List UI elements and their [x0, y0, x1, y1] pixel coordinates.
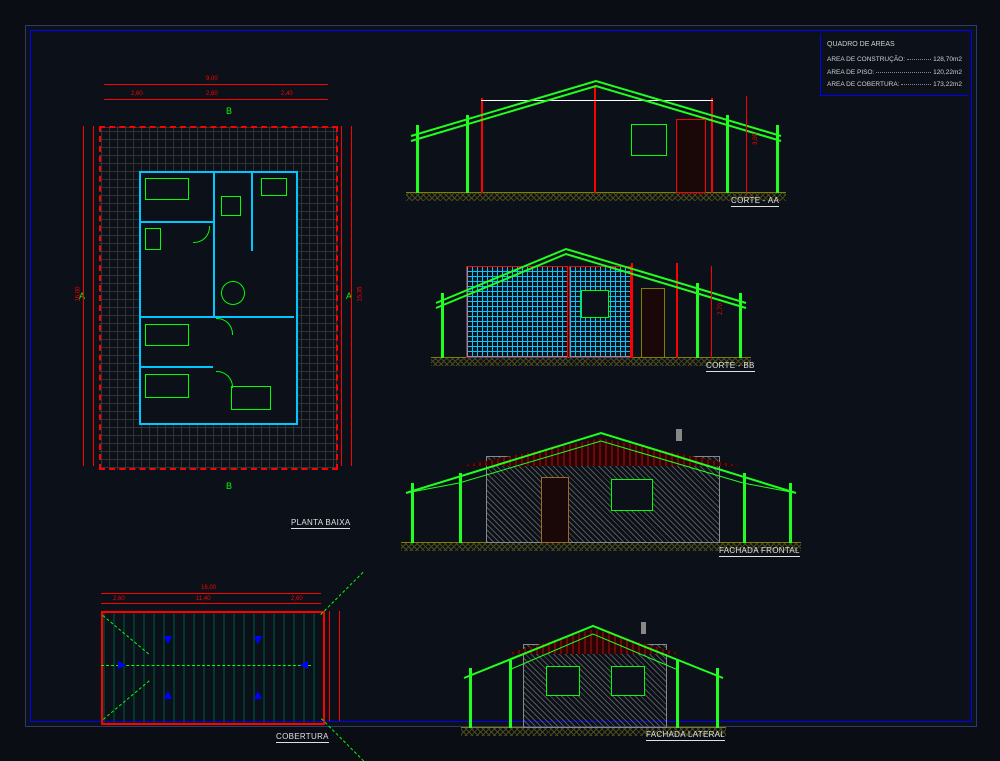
dim-line [83, 126, 84, 466]
dot-leader [901, 79, 931, 85]
dim-line [339, 611, 340, 721]
roof-svg [461, 596, 726, 736]
dim-text: 3,00 [753, 133, 759, 145]
fixture-sofa [231, 386, 271, 410]
info-title: QUADRO DE AREAS [827, 38, 962, 51]
dim-text: 2,60 [113, 596, 125, 602]
roof-svg [401, 411, 801, 551]
drain-arrow-icon: ▲ [251, 686, 265, 702]
dim-text: 2,60 [131, 91, 143, 97]
info-row: AREA DE CONSTRUÇÃO: 128,70m2 [827, 54, 962, 66]
dot-leader [907, 54, 931, 60]
roof-plan: ▼ ▼ ▲ ▲ ▲ ▲ 16,00 2,60 11,40 2,60 [81, 601, 351, 736]
dot-leader [876, 67, 931, 73]
dim-text: 11,40 [196, 596, 211, 602]
dim-line [341, 126, 342, 466]
dim-line [711, 266, 712, 358]
door [641, 288, 665, 358]
label-planta: PLANTA BAIXA [291, 518, 350, 529]
dim-line [101, 593, 321, 594]
wall [139, 366, 213, 368]
drain-arrow-icon: ▼ [161, 631, 175, 647]
section-mark-b: B [226, 481, 232, 491]
label-fachada-frontal: FACHADA FRONTAL [719, 546, 800, 557]
drain-arrow-icon: ▲ [161, 686, 175, 702]
fixture-stove [221, 196, 241, 216]
drain-arrow-icon: ▼ [251, 631, 265, 647]
fixture-bed [145, 374, 189, 398]
dim-line [746, 96, 747, 194]
label-corte-aa: CORTE - AA [731, 196, 779, 207]
dim-text: 16,00 [76, 286, 82, 301]
window [546, 666, 580, 696]
window [581, 290, 609, 318]
dim-text: 16,00 [201, 585, 216, 591]
window [631, 124, 667, 156]
window [611, 666, 645, 696]
ridge-line [101, 665, 311, 666]
floor-plan: A A B B 9,00 2,60 2,60 2,40 16,00 15,35 [71, 66, 361, 506]
dim-line [93, 126, 94, 466]
drain-arrow-icon: ▲ [295, 658, 311, 672]
label-cobertura: COBERTURA [276, 732, 329, 743]
drawing-sheet: QUADRO DE AREAS AREA DE CONSTRUÇÃO: 128,… [25, 25, 977, 727]
fixture-bed [145, 178, 189, 200]
fixture-table [221, 281, 245, 305]
drain-arrow-icon: ▲ [115, 658, 131, 672]
dim-text: 2,70 [718, 303, 724, 315]
door [676, 119, 706, 193]
info-row: AREA DE COBERTURA: 173,22m2 [827, 79, 962, 91]
fixture-bed [145, 324, 189, 346]
info-value: 128,70m2 [933, 54, 962, 66]
dim-line [329, 611, 330, 721]
section-aa: 3,00 [406, 66, 786, 201]
fixture-sink [261, 178, 287, 196]
info-row: AREA DE PISO: 120,22m2 [827, 67, 962, 79]
dim-text: 2,40 [281, 91, 293, 97]
section-mark-b: B [226, 106, 232, 116]
label-fachada-lateral: FACHADA LATERAL [646, 730, 725, 741]
roof-svg [406, 66, 786, 201]
dim-line [351, 126, 352, 466]
dim-line [101, 603, 321, 604]
elevation-front [401, 411, 801, 551]
fixture-wc [145, 228, 161, 250]
dim-text: 15,35 [358, 286, 364, 301]
hip-line [320, 572, 363, 615]
info-label: AREA DE COBERTURA: [827, 79, 899, 91]
info-value: 173,22m2 [933, 79, 962, 91]
section-bb: 2,70 [431, 231, 751, 366]
dim-line [104, 84, 328, 85]
elevation-side [461, 596, 726, 736]
wall [139, 221, 215, 223]
dim-text: 2,60 [291, 596, 303, 602]
info-value: 120,22m2 [933, 67, 962, 79]
wall [213, 171, 215, 316]
label-corte-bb: CORTE - BB [706, 361, 755, 372]
dim-text: 2,60 [206, 91, 218, 97]
info-label: AREA DE PISO: [827, 67, 874, 79]
window [611, 479, 653, 511]
dim-text: 9,00 [206, 76, 218, 82]
wall [251, 171, 253, 251]
area-info-box: QUADRO DE AREAS AREA DE CONSTRUÇÃO: 128,… [820, 34, 968, 96]
roof-slab [101, 611, 325, 725]
dim-line [104, 99, 328, 100]
door [541, 477, 569, 543]
info-label: AREA DE CONSTRUÇÃO: [827, 54, 905, 66]
